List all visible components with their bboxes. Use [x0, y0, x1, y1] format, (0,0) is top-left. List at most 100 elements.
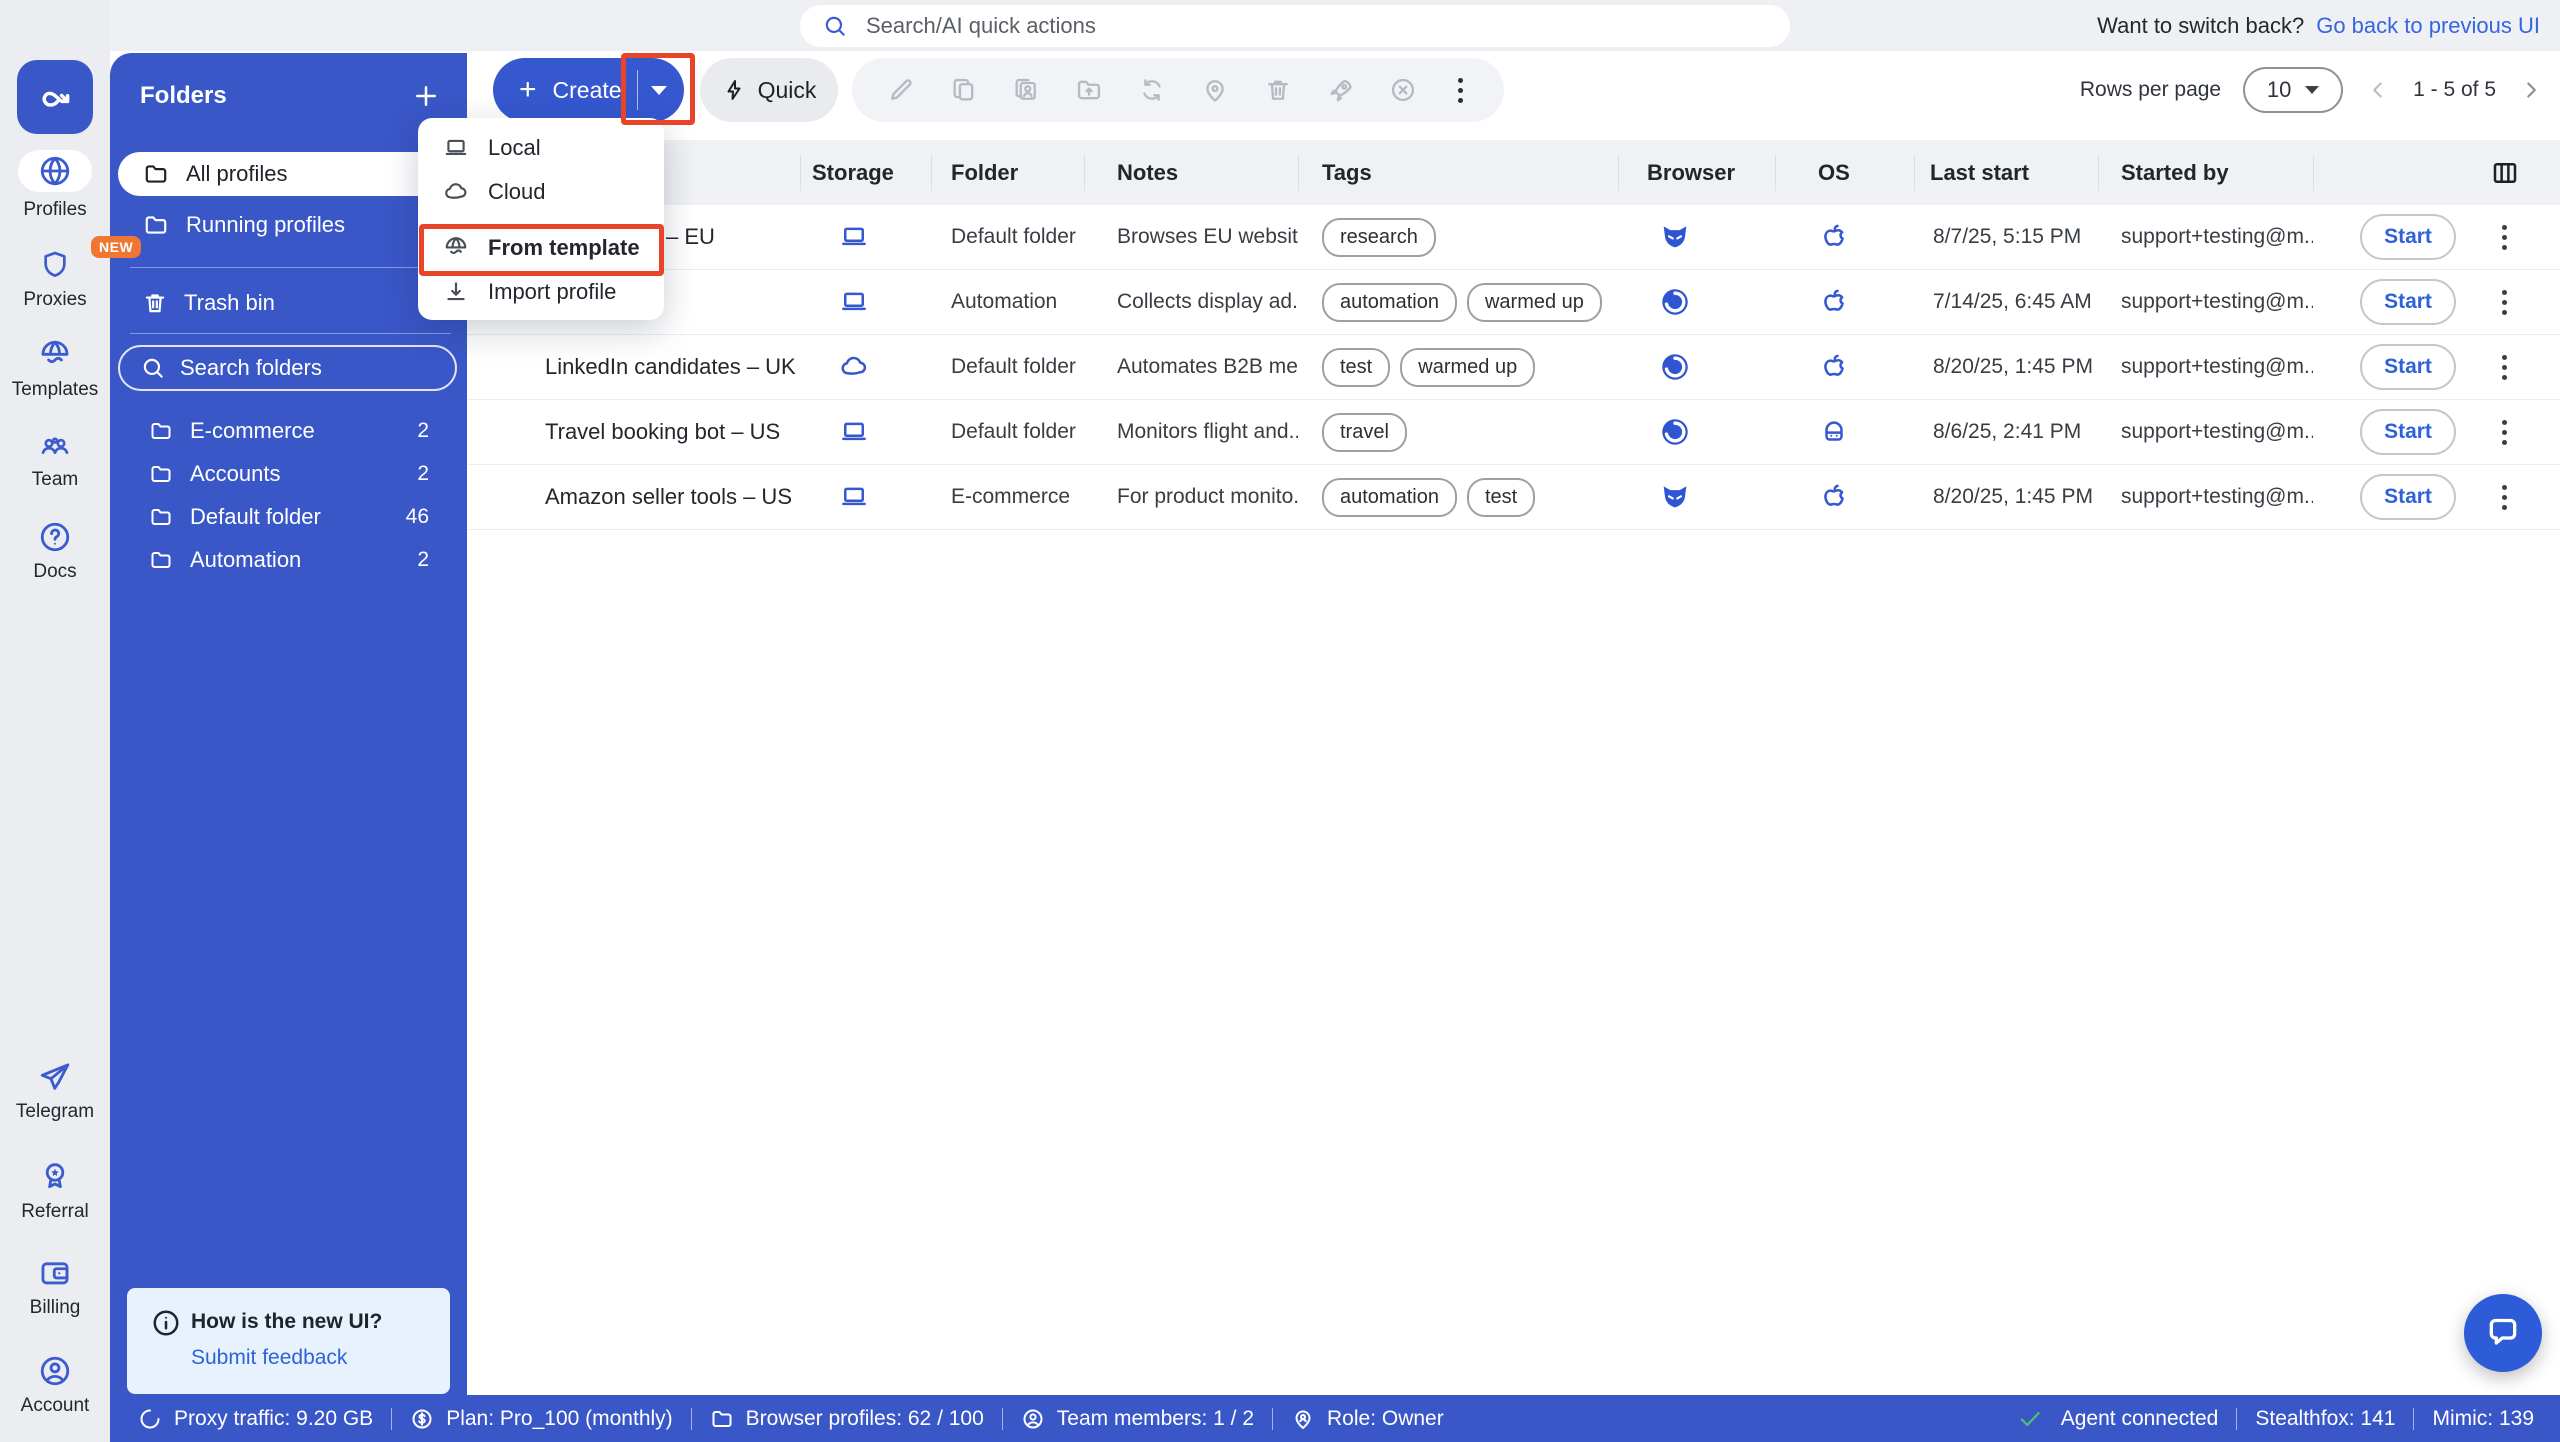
search-icon	[140, 355, 166, 381]
header-notes[interactable]: Notes	[1084, 160, 1298, 186]
create-button[interactable]: + Create	[493, 58, 684, 122]
start-profile-button[interactable]: Start	[2360, 474, 2456, 520]
go-back-previous-ui-link[interactable]: Go back to previous UI	[2316, 13, 2540, 39]
next-page-button[interactable]	[2518, 77, 2544, 103]
globe-icon	[38, 154, 72, 188]
dollar-circle-icon	[410, 1407, 434, 1431]
submit-feedback-link[interactable]: Submit feedback	[191, 1346, 347, 1370]
bulk-actions-toolbar	[852, 58, 1504, 122]
shield-icon	[39, 248, 71, 282]
row-menu-icon[interactable]	[2502, 290, 2507, 315]
folders-item-running-profiles[interactable]: Running profiles	[118, 203, 459, 247]
delete-icon[interactable]	[1264, 76, 1292, 104]
table-row[interactable]: Travel booking bot – US Default folder M…	[467, 400, 2560, 465]
profile-name[interactable]: Travel booking bot – US	[467, 419, 800, 445]
live-chat-button[interactable]	[2464, 1294, 2542, 1372]
quick-button[interactable]: Quick	[700, 58, 838, 122]
folder-name: E-commerce	[190, 418, 315, 444]
sidebar-item-proxies[interactable]: NEW Proxies	[0, 248, 110, 311]
folders-item-all-profiles[interactable]: All profiles	[118, 152, 459, 196]
create-dropdown-caret[interactable]	[651, 86, 667, 95]
proxy-pin-icon[interactable]	[1201, 76, 1229, 104]
sidebar-item-team[interactable]: Team	[0, 430, 110, 491]
add-folder-button[interactable]	[411, 81, 441, 111]
row-menu-icon[interactable]	[2502, 485, 2507, 510]
started-by-value: support+testing@m...	[2098, 485, 2313, 509]
header-browser[interactable]: Browser	[1618, 160, 1775, 186]
quick-launch-rocket-icon[interactable]	[1327, 76, 1355, 104]
move-to-folder-icon[interactable]	[1075, 76, 1103, 104]
folder-row-automation[interactable]: Automation 2	[118, 538, 459, 581]
header-os[interactable]: OS	[1775, 160, 1914, 186]
folder-count: 2	[417, 548, 429, 572]
table-row[interactable]: Amazon seller tools – US E-commerce For …	[467, 465, 2560, 530]
sidebar-item-account[interactable]: Account	[0, 1354, 110, 1417]
close-circle-icon[interactable]	[1389, 76, 1417, 104]
stealthfox-browser-icon	[1658, 481, 1775, 513]
sidebar-item-docs[interactable]: Docs	[0, 520, 110, 583]
folder-row-ecommerce[interactable]: E-commerce 2	[118, 409, 459, 452]
folders-item-trash-bin[interactable]: Trash bin	[118, 281, 459, 325]
table-row[interactable]: LinkedIn candidates – UK Default folder …	[467, 335, 2560, 400]
search-folders-input[interactable]: Search folders	[118, 345, 457, 391]
previous-page-button[interactable]	[2365, 77, 2391, 103]
header-folder[interactable]: Folder	[931, 160, 1084, 186]
sidebar-item-profiles[interactable]: Profiles	[0, 150, 110, 221]
rows-per-page-select[interactable]: 10	[2243, 67, 2343, 113]
rows-per-page-value: 10	[2267, 77, 2291, 103]
agent-status-text: Agent connected	[2061, 1407, 2219, 1431]
duplicate-icon[interactable]	[950, 76, 978, 104]
profile-notes: Collects display ad...	[1084, 290, 1298, 314]
profile-folder: Automation	[931, 290, 1084, 314]
row-menu-icon[interactable]	[2502, 355, 2507, 380]
folder-name: Automation	[190, 547, 301, 573]
profile-name[interactable]: Amazon seller tools – US	[467, 484, 800, 510]
sidebar-label: Proxies	[23, 289, 86, 311]
global-search-input[interactable]: Search/AI quick actions	[800, 5, 1790, 47]
table-row[interactable]: Automation Collects display ad... automa…	[467, 270, 2560, 335]
top-bar: Search/AI quick actions Want to switch b…	[0, 0, 2560, 51]
menu-item-cloud[interactable]: Cloud	[418, 170, 664, 214]
started-by-value: support+testing@m...	[2098, 420, 2313, 444]
header-storage[interactable]: Storage	[800, 160, 931, 186]
column-settings-icon[interactable]	[2490, 158, 2520, 188]
sidebar-label: Billing	[30, 1297, 81, 1319]
start-profile-button[interactable]: Start	[2360, 214, 2456, 260]
table-row[interactable]: – EU Default folder Browses EU websit...…	[467, 205, 2560, 270]
folder-row-default-folder[interactable]: Default folder 46	[118, 495, 459, 538]
app-logo[interactable]	[17, 60, 93, 134]
menu-item-import-profile[interactable]: Import profile	[418, 270, 664, 314]
header-last-start[interactable]: Last start	[1914, 160, 2098, 186]
started-by-value: support+testing@m...	[2098, 290, 2313, 314]
start-profile-button[interactable]: Start	[2360, 344, 2456, 390]
refresh-fingerprint-icon[interactable]	[1138, 76, 1166, 104]
start-profile-button[interactable]: Start	[2360, 409, 2456, 455]
quick-button-label: Quick	[758, 77, 817, 104]
sidebar-item-templates[interactable]: Templates	[0, 338, 110, 401]
row-menu-icon[interactable]	[2502, 420, 2507, 445]
edit-icon[interactable]	[887, 76, 915, 104]
start-profile-button[interactable]: Start	[2360, 279, 2456, 325]
search-placeholder: Search/AI quick actions	[866, 13, 1096, 39]
menu-item-local[interactable]: Local	[418, 126, 664, 170]
header-started-by[interactable]: Started by	[2098, 160, 2313, 186]
mimic-browser-icon	[1658, 415, 1775, 449]
person-circle-icon	[1021, 1407, 1045, 1431]
local-storage-icon	[838, 287, 931, 317]
template-globe-icon	[442, 235, 470, 261]
folders-panel: Folders All profiles Running profiles Tr…	[110, 53, 467, 1442]
folder-row-accounts[interactable]: Accounts 2	[118, 452, 459, 495]
profile-folder: Default folder	[931, 225, 1084, 249]
clone-profile-icon[interactable]	[1012, 76, 1040, 104]
create-dropdown-menu: Local Cloud From template Import profile	[418, 118, 664, 320]
row-menu-icon[interactable]	[2502, 225, 2507, 250]
more-actions-icon[interactable]	[1452, 78, 1469, 103]
sidebar-item-telegram[interactable]: Telegram	[0, 1060, 110, 1123]
sidebar-item-referral[interactable]: Referral	[0, 1158, 110, 1223]
sidebar-item-billing[interactable]: Billing	[0, 1256, 110, 1319]
header-tags[interactable]: Tags	[1298, 160, 1618, 186]
menu-item-from-template[interactable]: From template	[418, 226, 664, 270]
profile-name[interactable]: LinkedIn candidates – UK	[467, 354, 800, 380]
sidebar-label: Templates	[12, 379, 99, 401]
info-icon	[151, 1308, 181, 1338]
